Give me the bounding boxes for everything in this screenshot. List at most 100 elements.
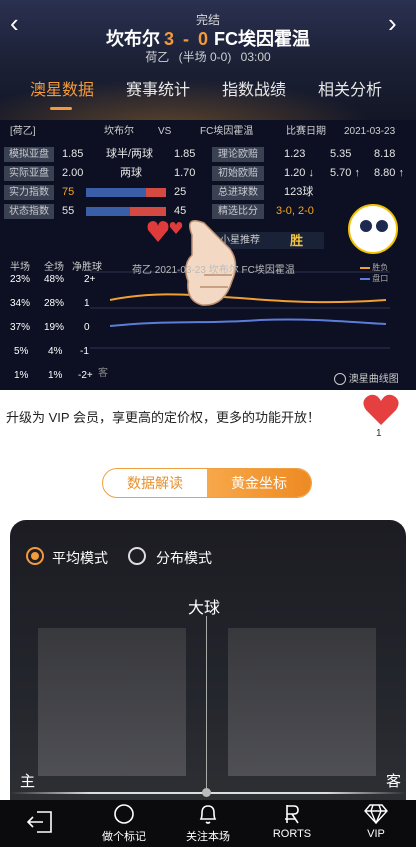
nav-vip-label: VIP: [367, 828, 385, 840]
side-label: 客: [98, 368, 108, 379]
prob-header-row: 半场 全场 净胜球: [0, 258, 110, 273]
tab-active-indicator: [50, 107, 72, 110]
tab-match-stats[interactable]: 赛事统计: [126, 76, 190, 100]
logout-icon: [0, 800, 80, 844]
header-half: 半场: [10, 262, 30, 273]
axis-right-label: 客: [386, 773, 402, 790]
prob-row: 23% 48% 2+: [0, 274, 110, 288]
quadrant-left: [38, 628, 186, 776]
prob-margin: 2+: [84, 274, 96, 285]
chart-logo-icon: [334, 373, 346, 386]
nav-follow-label: 关注本场: [186, 831, 230, 843]
stats-vs: VS: [158, 126, 172, 137]
tab-analysis[interactable]: 相关分析: [318, 76, 382, 100]
stats-away: FC埃因霍温: [200, 126, 254, 137]
stats-row: 实际亚盘 2.00 两球 1.70 初始欧赔 1.20 ↓ 5.70 ↑ 8.8…: [0, 166, 416, 183]
prob-row: 5% 4% -1: [0, 346, 110, 360]
row-label: 模拟亚盘: [4, 147, 54, 162]
match-date: 2021-03-23: [344, 126, 396, 137]
nav-mark[interactable]: 做个标记: [84, 800, 164, 844]
mid-value: 两球: [120, 167, 142, 179]
away-value: 1.85: [174, 148, 196, 160]
row-label-2: 总进球数: [212, 185, 264, 200]
view-toggle: 数据解读 黄金坐标: [102, 468, 312, 498]
nav-exit[interactable]: [0, 800, 80, 844]
robot-mascot-icon[interactable]: [348, 204, 398, 254]
bottom-nav: 做个标记 关注本场 RORTS VIP: [0, 800, 416, 847]
quadrant-right: [228, 628, 376, 776]
row-label: 实力指数: [4, 185, 54, 200]
score: 3 - 0: [163, 29, 211, 49]
rorts-icon: [252, 800, 332, 828]
nav-follow[interactable]: 关注本场: [168, 800, 248, 844]
handicap-curve: [109, 318, 387, 327]
home-value: 55: [62, 205, 75, 217]
prob-margin: 1: [84, 298, 90, 309]
match-subinfo: 荷乙 (半场 0-0) 03:00: [0, 48, 416, 65]
strength-bar-home: [86, 188, 146, 197]
nav-vip[interactable]: VIP: [336, 800, 416, 840]
form-bar-home: [86, 207, 130, 216]
home-team: 坎布尔: [105, 29, 160, 49]
watermark-text: 澳星曲线图: [348, 374, 399, 385]
tab-index-record[interactable]: 指数战绩: [222, 76, 286, 100]
prob-full: 19%: [44, 322, 65, 333]
prob-half: 23%: [10, 274, 31, 285]
vertical-axis: [206, 616, 207, 796]
circle-icon: [84, 800, 164, 828]
prob-margin: -1: [80, 346, 89, 357]
prob-margin: 0: [84, 322, 90, 333]
header-full: 全场: [44, 262, 64, 273]
dist-mode-radio[interactable]: [128, 547, 146, 565]
data-panel: [荷乙] 坎布尔 VS FC埃因霍温 比赛日期 2021-03-23 模拟亚盘 …: [0, 120, 416, 390]
kickoff-time: 03:00: [240, 50, 271, 64]
chart-legend: 胜负 盘口: [360, 262, 388, 284]
home-value: 1.85: [62, 148, 84, 160]
chart-watermark: 澳星曲线图: [334, 370, 399, 386]
strength-bar-away: [146, 188, 166, 197]
prob-side-row: 客: [0, 364, 110, 379]
small-hearts-icon: [147, 221, 183, 242]
vip-banner[interactable]: 升级为 VIP 会员，享更高的定价权，更多的功能开放！: [0, 390, 416, 448]
avg-mode-radio[interactable]: [26, 547, 44, 565]
stats-header-row: [荷乙] 坎布尔 VS FC埃因霍温 比赛日期 2021-03-23: [0, 124, 416, 141]
diamond-icon: [336, 800, 416, 828]
away-value: 1.70: [174, 167, 196, 179]
tab-data-interpretation[interactable]: 数据解读: [103, 469, 207, 497]
league: 荷乙: [145, 50, 170, 64]
robot-eye: [360, 220, 372, 232]
row-label: 状态指数: [4, 204, 54, 219]
tab-bar: 澳星数据 赛事统计 指数战绩 相关分析: [0, 76, 416, 106]
prob-full: 4%: [48, 346, 63, 357]
legend-result: 胜负: [372, 263, 389, 272]
away-value: 25: [174, 186, 187, 198]
legend-handicap: 盘口: [372, 274, 389, 283]
header-margin: 净胜球: [72, 262, 102, 273]
nav-rorts[interactable]: RORTS: [252, 800, 332, 840]
axis-top-label: 大球: [188, 600, 221, 617]
dist-mode-label[interactable]: 分布模式: [156, 548, 212, 568]
result-curve: [109, 293, 387, 304]
odds-draw: 5.35: [330, 148, 352, 160]
avg-mode-label[interactable]: 平均模式: [52, 548, 108, 568]
prob-half: 34%: [10, 298, 31, 309]
date-label: 比赛日期: [286, 126, 326, 137]
league-tag: [荷乙]: [10, 126, 36, 137]
home-value: 2.00: [62, 167, 84, 179]
coordinate-point: [202, 788, 211, 797]
like-heart-icon[interactable]: [362, 393, 400, 427]
coordinate-card: 平均模式 分布模式 大球 主 客: [10, 520, 406, 810]
tab-aoxing-data[interactable]: 澳星数据: [30, 76, 94, 100]
odds-away: 8.80 ↑: [374, 167, 404, 179]
picked-scores: 3-0, 2-0: [276, 205, 314, 217]
curve-title: 荷乙 2021-03-23 坎布尔 FC埃因霍温: [132, 265, 295, 276]
row-label-2: 初始欧赔: [212, 166, 264, 181]
total-goals: 123球: [284, 186, 314, 198]
tab-golden-coordinate[interactable]: 黄金坐标: [207, 469, 311, 497]
robot-eye: [376, 220, 388, 232]
row-label-2: 理论欧赔: [212, 147, 264, 162]
stats-row: 模拟亚盘 1.85 球半/两球 1.85 理论欧赔 1.23 5.35 8.18: [0, 147, 416, 164]
odds-home: 1.23: [284, 148, 306, 160]
odds-home: 1.20 ↓: [284, 167, 314, 179]
prob-row: 37% 19% 0: [0, 322, 110, 336]
